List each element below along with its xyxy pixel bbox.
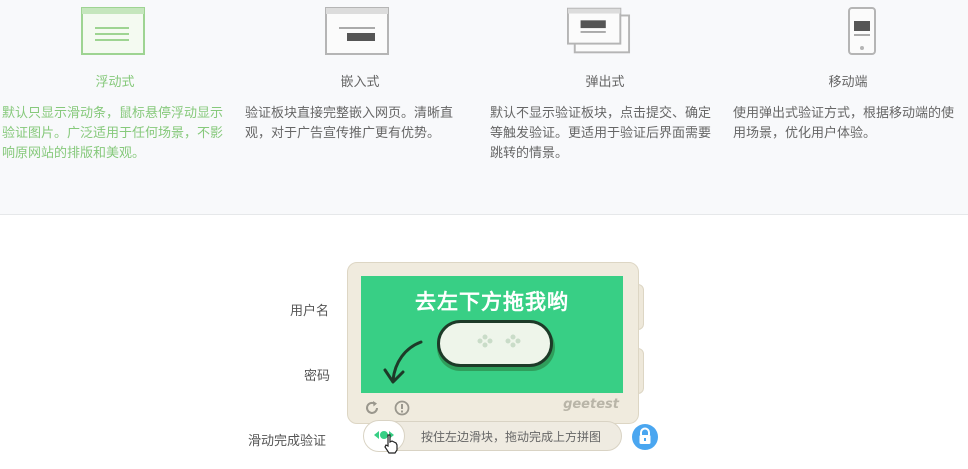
mode-popup-title: 弹出式	[585, 75, 625, 90]
verify-label: 滑动完成验证	[248, 434, 327, 449]
embed-mode-icon	[325, 7, 389, 55]
captcha-image: 去左下方拖我哟	[361, 276, 623, 393]
password-label: 密码	[304, 369, 331, 384]
mode-embed-desc: 验证板块直接完整嵌入网页。清晰直观，对于广告宣传推广更有优势。	[245, 106, 454, 141]
slider-track: 按住左边滑块，拖动完成上方拼图	[363, 420, 622, 454]
mobile-mode-icon	[848, 7, 876, 55]
mode-embed-title: 嵌入式	[340, 75, 380, 90]
geetest-brand: geetest	[563, 397, 619, 412]
info-icon[interactable]	[394, 400, 410, 416]
piece-pattern-icon	[477, 334, 521, 348]
mode-float-title: 浮动式	[95, 75, 135, 90]
puzzle-piece	[437, 320, 553, 367]
username-label: 用户名	[290, 304, 330, 319]
float-mode-icon	[81, 7, 145, 55]
integration-modes-section: 浮动式 默认只显示滑动条，鼠标悬停浮动显示验证图片。广泛适用于任何场景，不影响原…	[0, 0, 968, 214]
mode-mobile-title: 移动端	[828, 75, 868, 90]
captcha-instruction: 去左下方拖我哟	[415, 290, 569, 314]
mode-float-desc: 默认只显示滑动条，鼠标悬停浮动显示验证图片。广泛适用于任何场景，不影响原网站的排…	[2, 106, 224, 161]
refresh-icon[interactable]	[364, 400, 380, 416]
hand-cursor-icon	[384, 434, 398, 454]
slider-hint: 按住左边滑块，拖动完成上方拼图	[421, 430, 602, 444]
mode-mobile-desc: 使用弹出式验证方式，根据移动端的使用场景，优化用户体验。	[733, 106, 955, 141]
captcha-toolbar: geetest	[361, 397, 623, 417]
lock-icon	[639, 427, 651, 444]
popup-mode-icon	[567, 7, 631, 54]
lock-status	[632, 424, 658, 450]
mode-popup-desc: 默认不显示验证板块，点击提交、确定等触发验证。更适用于验证后界面需要跳转的情景。	[490, 106, 712, 161]
down-left-arrow-icon	[383, 340, 423, 384]
